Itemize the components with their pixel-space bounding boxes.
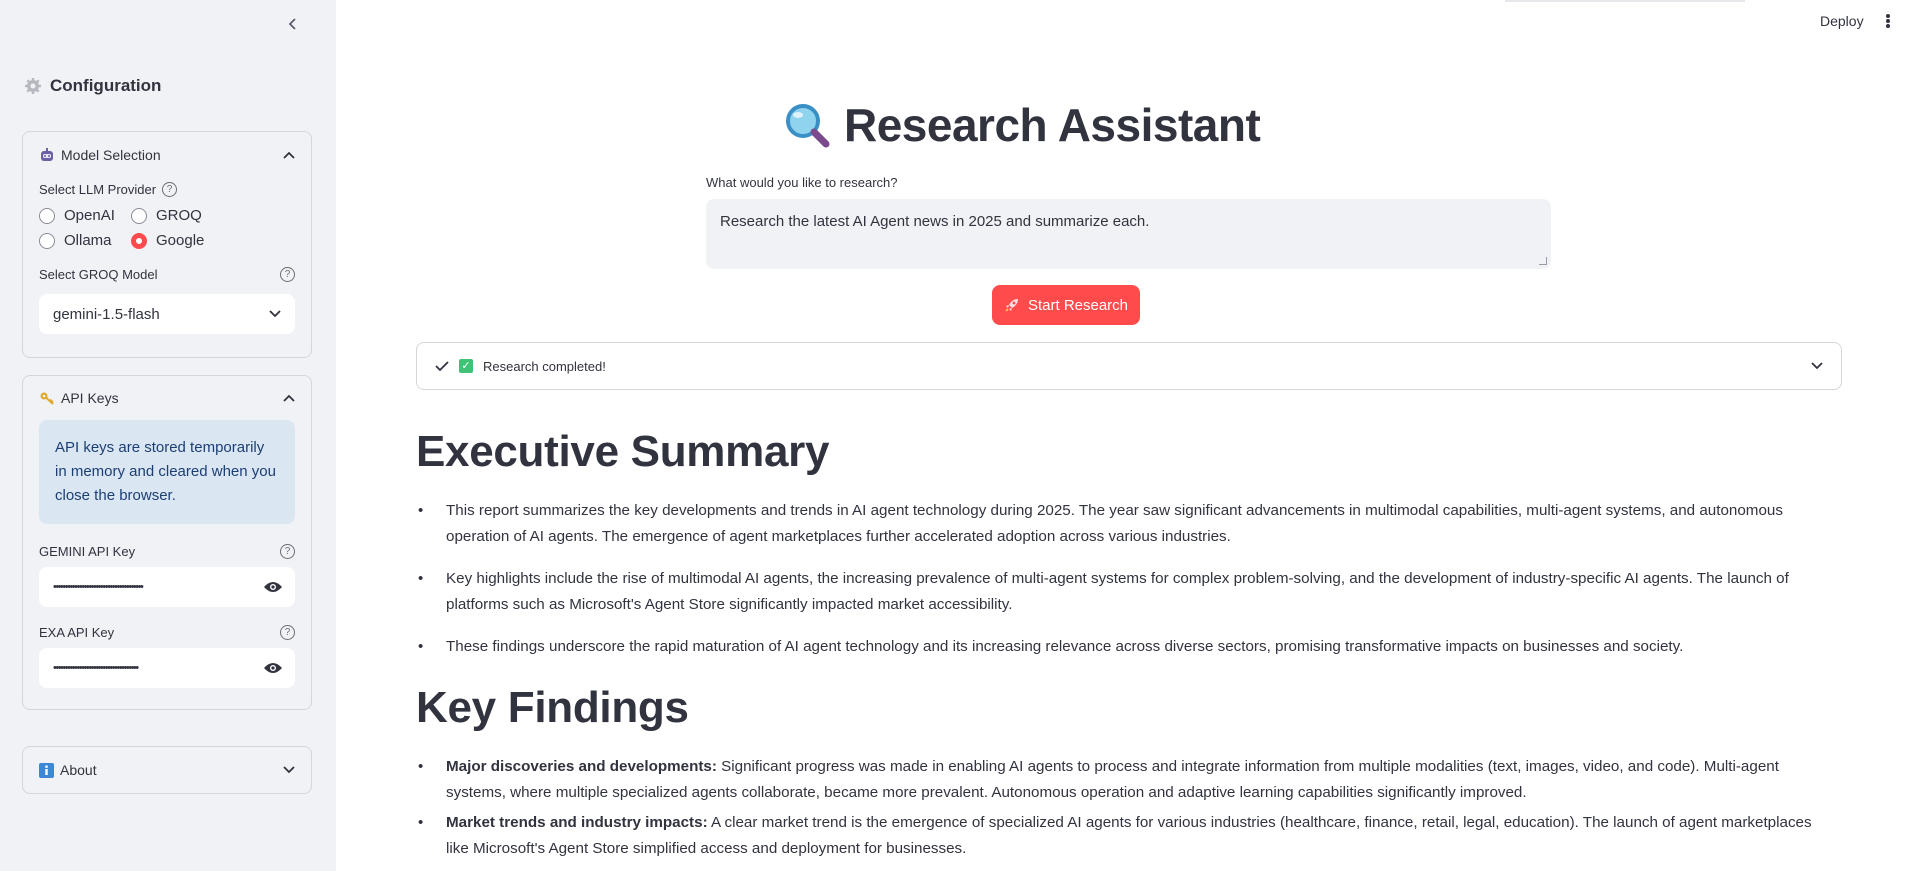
- sidebar-title: Configuration: [50, 76, 162, 95]
- eye-icon[interactable]: [263, 580, 283, 594]
- model-label: Select GROQ Model: [39, 267, 158, 282]
- about-header[interactable]: About: [23, 747, 311, 793]
- finding-title: Market trends and industry impacts:: [446, 814, 708, 831]
- chevron-down-icon: [269, 310, 281, 318]
- radio-dot: [39, 232, 55, 249]
- key-findings-list: Major discoveries and developments: Sign…: [416, 754, 1826, 862]
- page-title-text: Research Assistant: [844, 99, 1261, 151]
- chevron-left-icon: [288, 18, 296, 30]
- collapse-sidebar-button[interactable]: [283, 14, 303, 36]
- gemini-key-label: GEMINI API Key: [39, 544, 136, 559]
- provider-radio-group: OpenAI GROQ Ollama Google: [39, 207, 295, 249]
- status-expander[interactable]: ✓ Research completed!: [416, 342, 1842, 390]
- magnifier-icon: [786, 104, 830, 148]
- success-check-icon: ✓: [459, 359, 473, 373]
- radio-label: OpenAI: [64, 207, 115, 224]
- radio-dot: [39, 207, 55, 224]
- status-text: Research completed!: [483, 358, 606, 374]
- info-icon: [39, 762, 54, 778]
- gemini-key-value: ••••••••••••••••••••••••••••••••••••••: [53, 581, 144, 593]
- exa-key-value: ••••••••••••••••••••••••••••••••••••: [53, 662, 139, 674]
- sidebar: Configuration Model Selection Select LLM…: [0, 0, 336, 871]
- report-content: Executive Summary This report summarizes…: [416, 420, 1826, 866]
- radio-ollama[interactable]: Ollama: [39, 232, 131, 249]
- radio-groq[interactable]: GROQ: [131, 207, 231, 224]
- list-item: Market trends and industry impacts: A cl…: [416, 810, 1826, 862]
- radio-dot: [131, 207, 147, 224]
- key-findings-heading: Key Findings: [416, 683, 689, 732]
- rocket-icon: [1005, 299, 1018, 312]
- radio-google[interactable]: Google: [131, 232, 231, 249]
- check-icon: [435, 361, 449, 372]
- exa-key-label: EXA API Key: [39, 625, 115, 640]
- query-label: What would you like to research?: [706, 175, 898, 190]
- provider-label: Select LLM Provider: [39, 182, 157, 197]
- api-keys-expander: API Keys API keys are stored temporarily…: [22, 375, 312, 710]
- radio-dot-selected: [131, 232, 147, 249]
- gemini-label-row: GEMINI API Key ?: [39, 544, 295, 559]
- sidebar-header: Configuration: [24, 76, 161, 96]
- model-selection-header[interactable]: Model Selection: [23, 132, 311, 178]
- exa-key-input[interactable]: ••••••••••••••••••••••••••••••••••••: [39, 648, 295, 688]
- query-value: Research the latest AI Agent news in 202…: [720, 213, 1150, 230]
- list-item: Major discoveries and developments: Sign…: [416, 754, 1826, 806]
- radio-openai[interactable]: OpenAI: [39, 207, 131, 224]
- help-icon[interactable]: ?: [280, 267, 295, 282]
- api-keys-header[interactable]: API Keys: [23, 376, 311, 420]
- about-title: About: [60, 762, 97, 778]
- exec-summary-heading: Executive Summary: [416, 427, 830, 476]
- resize-handle[interactable]: [1539, 257, 1547, 265]
- exa-label-row: EXA API Key ?: [39, 625, 295, 640]
- help-icon[interactable]: ?: [280, 625, 295, 640]
- chevron-up-icon: [283, 151, 295, 159]
- page-title: Research Assistant: [784, 98, 1261, 152]
- radio-label: GROQ: [156, 207, 202, 224]
- api-keys-title: API Keys: [61, 390, 119, 406]
- list-item: These findings underscore the rapid matu…: [416, 634, 1826, 660]
- chevron-down-icon: [1811, 362, 1823, 370]
- kebab-menu-icon[interactable]: [1884, 12, 1892, 30]
- model-select[interactable]: gemini-1.5-flash: [39, 294, 295, 334]
- list-item: This report summarizes the key developme…: [416, 498, 1826, 550]
- top-decoration: [1505, 0, 1745, 2]
- key-icon: [40, 392, 54, 405]
- robot-icon: [41, 148, 53, 161]
- eye-icon[interactable]: [263, 661, 283, 675]
- chevron-up-icon: [283, 394, 295, 402]
- provider-label-row: Select LLM Provider ?: [39, 182, 295, 197]
- radio-label: Ollama: [64, 232, 112, 249]
- finding-title: Major discoveries and developments:: [446, 758, 717, 775]
- exec-summary-list: This report summarizes the key developme…: [416, 498, 1826, 660]
- api-keys-info: API keys are stored temporarily in memor…: [39, 420, 295, 524]
- gear-icon: [25, 78, 41, 94]
- start-research-label: Start Research: [1027, 296, 1129, 314]
- list-item: Key highlights include the rise of multi…: [416, 566, 1826, 618]
- gemini-key-input[interactable]: ••••••••••••••••••••••••••••••••••••••: [39, 567, 295, 607]
- help-icon[interactable]: ?: [162, 182, 178, 197]
- model-label-row: Select GROQ Model ?: [39, 267, 295, 282]
- about-expander: About: [22, 746, 312, 794]
- model-selection-title: Model Selection: [61, 147, 161, 163]
- query-textarea[interactable]: Research the latest AI Agent news in 202…: [706, 199, 1551, 269]
- help-icon[interactable]: ?: [280, 544, 295, 559]
- deploy-button[interactable]: Deploy: [1820, 13, 1864, 29]
- chevron-down-icon: [283, 766, 295, 774]
- model-selection-expander: Model Selection Select LLM Provider ? Op…: [22, 131, 312, 358]
- radio-label: Google: [156, 232, 205, 249]
- start-research-button[interactable]: Start Research: [992, 285, 1140, 325]
- model-select-value: gemini-1.5-flash: [53, 305, 160, 323]
